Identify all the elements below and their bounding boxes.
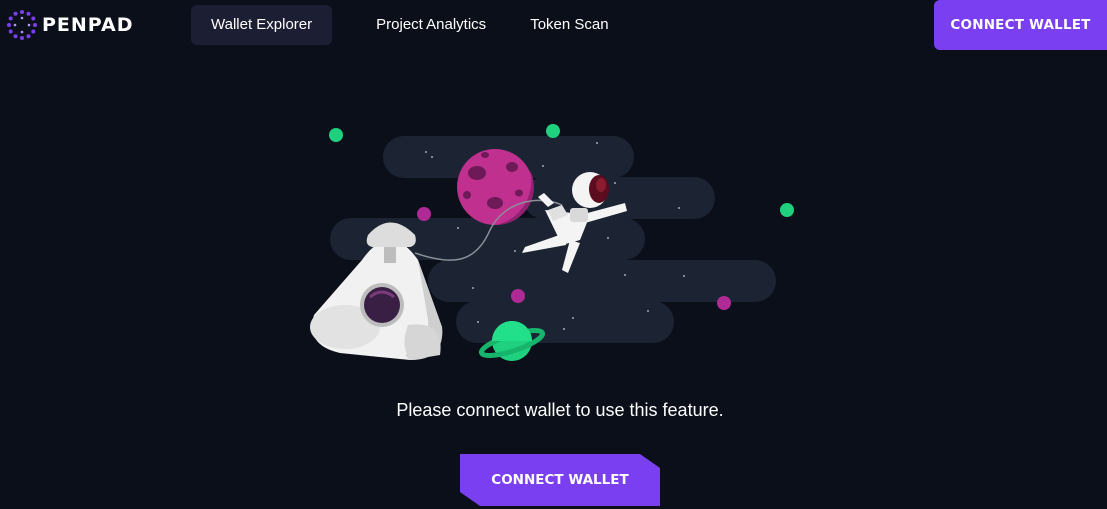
- nav-token-scan[interactable]: Token Scan: [510, 5, 628, 45]
- connect-wallet-button[interactable]: CONNECT WALLET: [460, 454, 660, 506]
- space-astronaut-illustration: [310, 124, 794, 361]
- top-navbar: PENPAD Wallet Explorer Project Analytics…: [0, 0, 1107, 50]
- nav-project-analytics[interactable]: Project Analytics: [356, 5, 506, 45]
- header-connect-wallet-button[interactable]: CONNECT WALLET: [934, 0, 1107, 50]
- brand-name: PENPAD: [42, 14, 134, 36]
- logo-ring-icon: [7, 10, 37, 40]
- penpad-logo[interactable]: PENPAD: [6, 9, 133, 41]
- connect-wallet-message: Please connect wallet to use this featur…: [396, 400, 724, 420]
- nav-wallet-explorer[interactable]: Wallet Explorer: [191, 5, 333, 45]
- main-nav: Wallet Explorer Project Analytics Token …: [191, 5, 633, 45]
